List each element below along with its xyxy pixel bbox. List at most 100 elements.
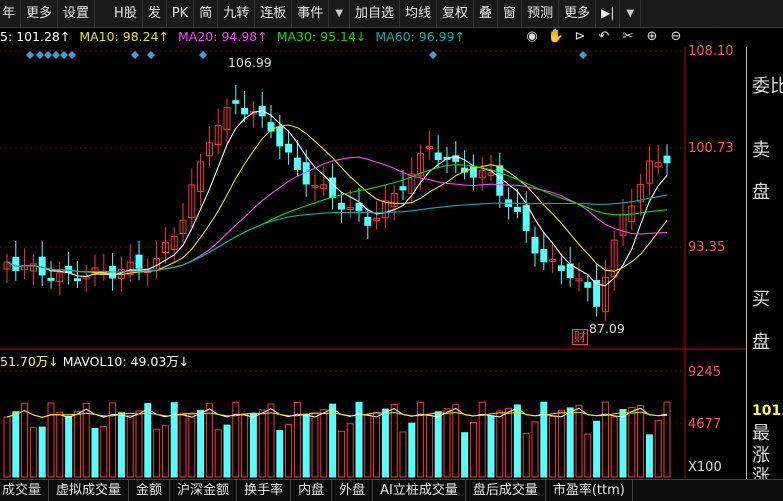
candle-body (135, 254, 143, 269)
volume-bar (425, 414, 433, 478)
indicator-tab-bar: 成交量 虚拟成交量 金额 沪深金额 换手率 内盘 外盘 AI立桩成交量 盘后成交… (0, 479, 783, 501)
ma20-line (6, 156, 668, 273)
volume-bar (399, 431, 407, 478)
candle-body (513, 206, 521, 212)
toolbar-item-window[interactable]: 窗 (498, 0, 523, 27)
volume-bar (496, 410, 504, 478)
toolbar-item-add-watch[interactable]: 加自选 (350, 0, 400, 27)
top-toolbar: 年 更多 设置 H股 发 PK 简 九转 连板 事件 ▼ 加自选 均线 复权 叠… (0, 0, 783, 28)
toolbar-item-overlay[interactable]: 叠 (474, 0, 499, 27)
volume-bar (126, 414, 134, 478)
volume-bar (100, 425, 108, 478)
volume-bar (82, 402, 90, 478)
financial-event-marker[interactable]: 财 (572, 329, 589, 345)
ma20-value: MA20: 94.98↑ (178, 29, 268, 44)
volume-bar (346, 423, 354, 478)
ma60-line (6, 194, 668, 273)
volume-bar (170, 402, 178, 478)
volume-bar (566, 407, 574, 478)
volume-bar (249, 413, 257, 478)
toolbar-item-limitup[interactable]: 连板 (255, 0, 293, 27)
hand-icon[interactable]: ✋ (547, 29, 565, 45)
volume-bar (469, 421, 477, 478)
toolbar-item-more2[interactable]: 更多 (559, 0, 597, 27)
candle-body (540, 249, 548, 263)
tab-turnover[interactable]: 换手率 (237, 480, 292, 501)
toolbar-item-events[interactable]: 事件 (292, 0, 330, 27)
side-char-wei: 委 (752, 76, 770, 97)
candle-body (329, 177, 337, 198)
ma-lines-layer (6, 109, 668, 287)
scissors-icon[interactable]: ✂ (619, 29, 637, 45)
volume-bar (381, 408, 389, 478)
undo-icon[interactable]: ↶ (595, 29, 613, 45)
volume-bar (161, 425, 169, 478)
volume-bar (56, 411, 64, 478)
toolbar-item-year[interactable]: 年 (0, 0, 22, 27)
tab-volume[interactable]: 成交量 (0, 480, 50, 501)
volume-bar (513, 404, 521, 478)
chevron-down-icon[interactable]: ▼ (620, 0, 642, 27)
toolbar-item-pk[interactable]: PK (167, 0, 195, 27)
event-diamond (68, 51, 76, 59)
volume-indicator-bar: 51.70万↓ MAVOL10: 49.03万↓ (0, 351, 189, 370)
volume-bar (29, 427, 37, 478)
volume-bar (232, 402, 240, 478)
toolbar-item-simple[interactable]: 简 (194, 0, 219, 27)
toolbar-item-more[interactable]: 更多 (21, 0, 59, 27)
volume-bar (593, 420, 601, 478)
toolbar-item-adjust[interactable]: 复权 (437, 0, 475, 27)
volume-bar (540, 401, 548, 478)
tab-virtual-volume[interactable]: 虚拟成交量 (49, 480, 130, 501)
candle-body (285, 143, 293, 153)
volume-bar (390, 403, 398, 478)
ma5-value: 5: 101.28↑ (0, 29, 71, 44)
toolbar-item-ma[interactable]: 均线 (400, 0, 438, 27)
volume-bar (505, 407, 513, 478)
event-diamond (44, 51, 52, 59)
volume-bar (38, 426, 46, 478)
event-diamond (147, 51, 155, 59)
volume-bar (91, 427, 99, 478)
candle-body (434, 152, 442, 161)
play-circle-icon[interactable]: ⊳ (571, 29, 589, 45)
zoom-in-icon[interactable]: ⊕ (643, 29, 661, 45)
chevron-down-icon[interactable]: ▼ (329, 0, 350, 27)
volume-bar (12, 411, 20, 478)
event-diamond (131, 51, 139, 59)
tab-ai-volume[interactable]: AI立桩成交量 (373, 480, 466, 501)
tab-amount[interactable]: 金额 (129, 480, 171, 501)
volume-bar (3, 416, 11, 478)
volume-bar (65, 415, 73, 478)
kline-chart[interactable] (0, 47, 783, 479)
tab-pe-ttm[interactable]: 市盈率(ttm) (546, 480, 633, 501)
candle-body (47, 277, 55, 281)
candle-body (12, 256, 20, 271)
toolbar-item-settings[interactable]: 设置 (58, 0, 96, 27)
tab-inner[interactable]: 内盘 (291, 480, 333, 501)
play-step-icon[interactable]: ▶| (596, 0, 621, 27)
toolbar-item-hshares[interactable]: H股 (109, 0, 143, 27)
volume-unit: X100 (688, 460, 722, 475)
volume-bar (144, 403, 152, 478)
event-markers (26, 51, 587, 59)
side-char-bi: 比 (770, 76, 783, 97)
volume-bar (443, 408, 451, 478)
volume-bar (117, 412, 125, 478)
candle-body (276, 126, 284, 147)
toolbar-item-nine[interactable]: 九转 (218, 0, 256, 27)
volume-bar (329, 403, 337, 478)
toolbar-item-fa[interactable]: 发 (143, 0, 167, 27)
volume-bar (575, 404, 583, 478)
volume-bar (188, 414, 196, 478)
tab-after-hours[interactable]: 盘后成交量 (466, 480, 546, 501)
toolbar-item-forecast[interactable]: 预测 (522, 0, 560, 27)
zoom-out-icon[interactable]: ⊖ (667, 29, 685, 45)
tab-outer[interactable]: 外盘 (332, 480, 374, 501)
eye-icon[interactable]: ◉ (523, 29, 541, 45)
low-price-label: 87.09 (589, 321, 625, 336)
event-diamond (579, 51, 587, 59)
event-diamond (199, 51, 207, 59)
tab-hs-amount[interactable]: 沪深金额 (170, 480, 238, 501)
candle-body (364, 216, 372, 226)
